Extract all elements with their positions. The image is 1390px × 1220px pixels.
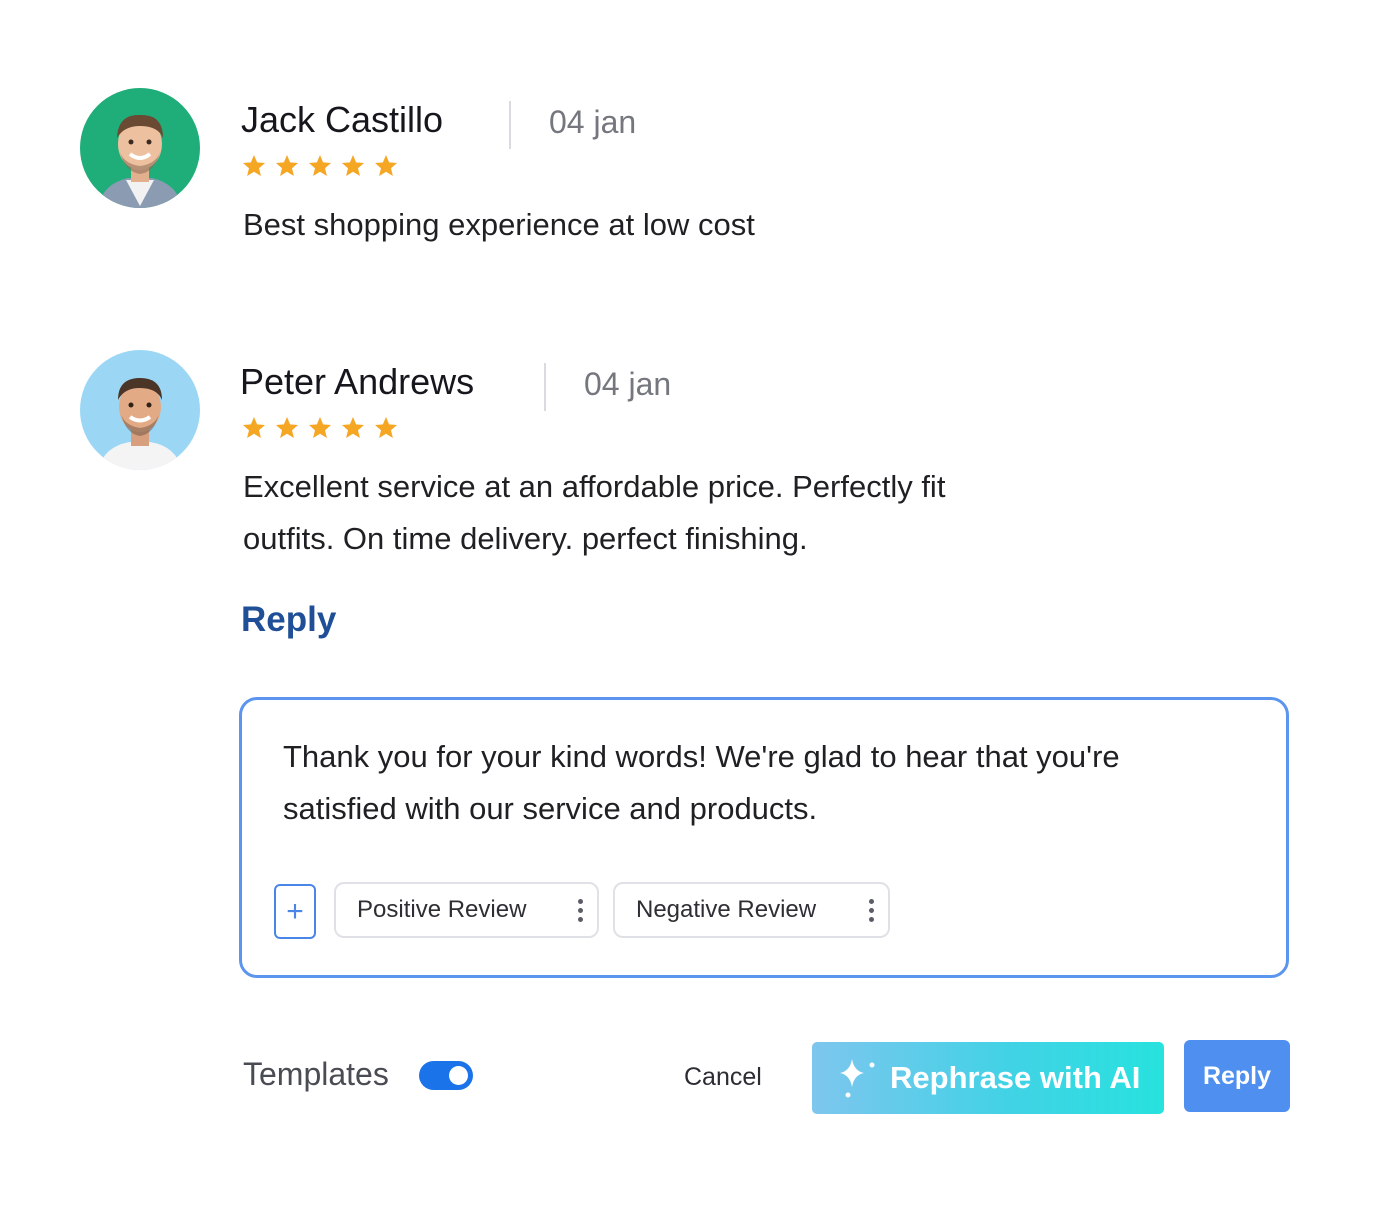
reply-button[interactable]: Reply (1184, 1040, 1290, 1112)
review-text-line: Excellent service at an affordable price… (243, 469, 946, 504)
review-date: 04 jan (549, 104, 637, 140)
reviewer-name: Peter Andrews (240, 361, 475, 402)
star-icon (276, 155, 298, 176)
templates-toggle[interactable] (419, 1061, 473, 1090)
star-icon (342, 155, 364, 176)
star-icon (309, 155, 331, 176)
chip-label: Positive Review (357, 896, 527, 923)
reviewer-name: Jack Castillo (241, 99, 444, 140)
rephrase-label: Rephrase with AI (890, 1060, 1141, 1095)
rephrase-with-ai-button[interactable]: Rephrase with AI (812, 1042, 1164, 1114)
reply-message-line: satisfied with our service and products. (283, 791, 818, 826)
templates-label: Templates (243, 1056, 389, 1092)
chip-label: Negative Review (636, 896, 817, 923)
toggle-knob (449, 1066, 468, 1085)
kebab-menu-icon[interactable] (578, 898, 583, 922)
star-icon (375, 155, 397, 176)
header-divider (544, 363, 546, 411)
sparkle-icon (840, 1059, 875, 1098)
cancel-button[interactable]: Cancel (684, 1063, 762, 1092)
star-icon (243, 417, 265, 438)
review-text-line: outfits. On time delivery. perfect finis… (243, 521, 808, 556)
reply-message-line: Thank you for your kind words! We're gla… (283, 739, 1120, 774)
plus-icon: + (286, 894, 304, 928)
template-chip-negative-review[interactable]: Negative Review (613, 882, 890, 938)
add-template-button[interactable]: + (274, 884, 316, 939)
star-rating (242, 416, 398, 440)
review-text: Excellent service at an affordable price… (243, 461, 945, 565)
template-chip-positive-review[interactable]: Positive Review (334, 882, 599, 938)
star-rating (242, 154, 398, 178)
review-date: 04 jan (584, 366, 672, 402)
star-icon (243, 155, 265, 176)
avatar-jack-castillo (80, 88, 200, 208)
header-divider (509, 101, 511, 149)
star-icon (276, 417, 298, 438)
avatar-peter-andrews (80, 350, 200, 470)
star-icon (375, 417, 397, 438)
star-icon (342, 417, 364, 438)
reply-link[interactable]: Reply (241, 600, 336, 640)
reply-message[interactable]: Thank you for your kind words! We're gla… (283, 731, 1120, 835)
review-text: Best shopping experience at low cost (243, 207, 755, 242)
kebab-menu-icon[interactable] (869, 898, 874, 922)
star-icon (309, 417, 331, 438)
